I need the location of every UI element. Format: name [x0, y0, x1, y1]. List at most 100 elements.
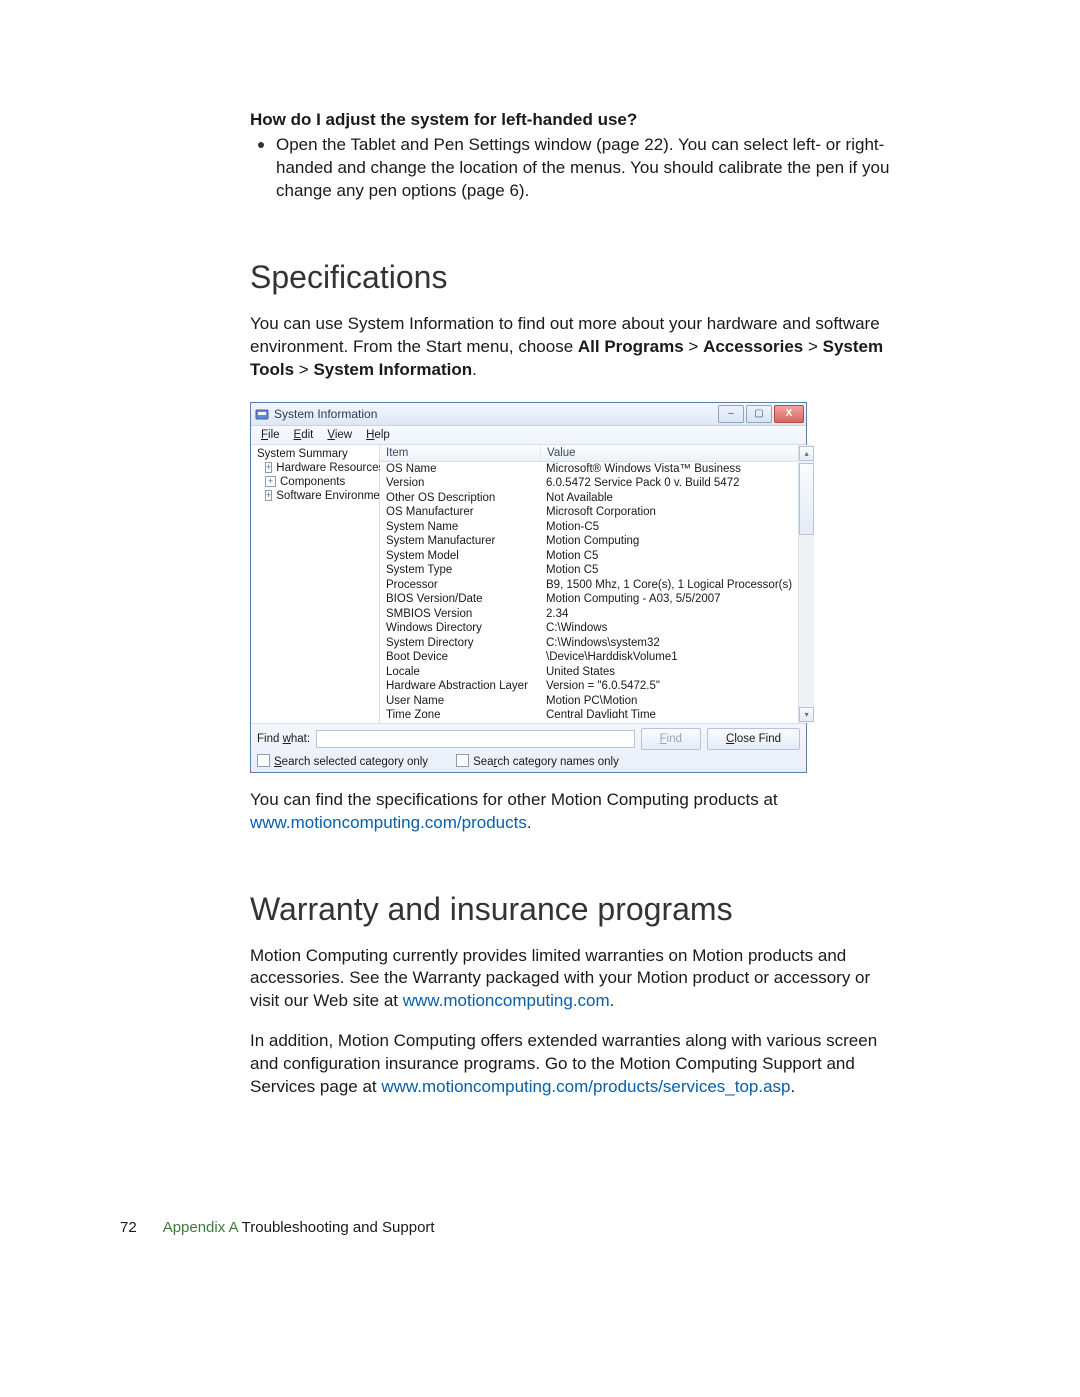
cell-item: Time Zone — [380, 708, 540, 718]
table-row[interactable]: LocaleUnited States — [380, 665, 798, 680]
menu-path-all-programs: All Programs — [578, 337, 684, 356]
menubar: File Edit View Help — [251, 426, 806, 445]
minimize-icon: – — [728, 409, 734, 419]
warranty-p1: Motion Computing currently provides limi… — [250, 945, 890, 1014]
window-title: System Information — [274, 407, 718, 421]
table-row[interactable]: System ManufacturerMotion Computing — [380, 534, 798, 549]
table-row[interactable]: Version6.0.5472 Service Pack 0 v. Build … — [380, 476, 798, 491]
cell-value: Motion Computing — [540, 534, 798, 549]
checkbox-search-names[interactable]: Search category names only — [456, 754, 619, 768]
app-icon — [255, 407, 269, 421]
scroll-down-icon[interactable]: ▾ — [799, 707, 814, 722]
expand-icon[interactable]: + — [265, 490, 272, 501]
menu-path-system-information: System Information — [313, 360, 472, 379]
tree-item-hardware-resources[interactable]: +Hardware Resources — [251, 461, 379, 475]
cell-value: C:\Windows — [540, 621, 798, 636]
checkbox-search-selected[interactable]: Search selected category only — [257, 754, 428, 768]
expand-icon[interactable]: + — [265, 462, 272, 473]
bullet-icon — [258, 142, 264, 148]
cell-item: Other OS Description — [380, 491, 540, 506]
cell-item: System Directory — [380, 636, 540, 651]
menu-path-accessories: Accessories — [703, 337, 803, 356]
scroll-up-icon[interactable]: ▴ — [799, 446, 814, 461]
tree-item-components[interactable]: +Components — [251, 475, 379, 489]
expand-icon[interactable]: + — [265, 476, 276, 487]
tree-item-software-environment[interactable]: +Software Environment — [251, 489, 379, 503]
cell-item: System Name — [380, 520, 540, 535]
cell-item: User Name — [380, 694, 540, 709]
link-products[interactable]: www.motioncomputing.com/products — [250, 813, 527, 832]
menu-help[interactable]: Help — [360, 428, 396, 442]
tree-label: System Summary — [257, 448, 348, 460]
nav-tree: System Summary +Hardware Resources +Comp… — [251, 445, 380, 723]
table-row[interactable]: System ModelMotion C5 — [380, 549, 798, 564]
cell-value: Motion PC\Motion — [540, 694, 798, 709]
tree-label: Software Environment — [276, 490, 389, 502]
menu-edit[interactable]: Edit — [288, 428, 320, 442]
col-item[interactable]: Item — [380, 445, 541, 461]
table-row[interactable]: OS NameMicrosoft® Windows Vista™ Busines… — [380, 462, 798, 477]
table-header: Item Value — [380, 445, 798, 462]
col-value[interactable]: Value — [541, 445, 798, 461]
table-row[interactable]: Hardware Abstraction LayerVersion = "6.0… — [380, 679, 798, 694]
appendix-title: Troubleshooting and Support — [238, 1219, 435, 1236]
scrollbar[interactable]: ▴ ▾ — [798, 445, 814, 723]
cell-item: Hardware Abstraction Layer — [380, 679, 540, 694]
table-row[interactable]: Time ZoneCentral Daylight Time — [380, 708, 798, 718]
cell-value: Microsoft Corporation — [540, 505, 798, 520]
maximize-icon: ▢ — [754, 409, 763, 419]
table-row[interactable]: System NameMotion-C5 — [380, 520, 798, 535]
page-number: 72 — [120, 1219, 137, 1236]
cell-value: United States — [540, 665, 798, 680]
breadcrumb-sep: > — [803, 337, 822, 356]
close-icon: X — [786, 409, 793, 419]
warranty-heading: Warranty and insurance programs — [250, 891, 890, 928]
table-row[interactable]: Windows DirectoryC:\Windows — [380, 621, 798, 636]
tree-root-system-summary[interactable]: System Summary — [251, 447, 379, 461]
cell-value: Motion-C5 — [540, 520, 798, 535]
find-button[interactable]: Find — [641, 728, 701, 750]
system-information-window: System Information – ▢ X File Edit View … — [250, 402, 807, 773]
table-row[interactable]: Boot Device\Device\HarddiskVolume1 — [380, 650, 798, 665]
faq-answer: Open the Tablet and Pen Settings window … — [276, 134, 890, 203]
text: . — [791, 1077, 796, 1096]
cell-item: System Manufacturer — [380, 534, 540, 549]
table-row[interactable]: System TypeMotion C5 — [380, 563, 798, 578]
titlebar[interactable]: System Information – ▢ X — [251, 403, 806, 426]
text: . — [610, 991, 615, 1010]
table-row[interactable]: System DirectoryC:\Windows\system32 — [380, 636, 798, 651]
cell-value: Version = "6.0.5472.5" — [540, 679, 798, 694]
appendix-label: Appendix A — [163, 1219, 238, 1236]
scroll-thumb[interactable] — [799, 463, 814, 535]
text: You can find the specifications for othe… — [250, 790, 778, 809]
cell-item: OS Manufacturer — [380, 505, 540, 520]
link-motioncomputing[interactable]: www.motioncomputing.com — [403, 991, 610, 1010]
table-row[interactable]: SMBIOS Version2.34 — [380, 607, 798, 622]
menu-view[interactable]: View — [321, 428, 358, 442]
link-services[interactable]: www.motioncomputing.com/products/service… — [381, 1077, 790, 1096]
cell-item: Locale — [380, 665, 540, 680]
faq-question: How do I adjust the system for left-hand… — [250, 110, 890, 130]
table-row[interactable]: Other OS DescriptionNot Available — [380, 491, 798, 506]
breadcrumb-sep: > — [684, 337, 703, 356]
table-row[interactable]: User NameMotion PC\Motion — [380, 694, 798, 709]
table-row[interactable]: OS ManufacturerMicrosoft Corporation — [380, 505, 798, 520]
minimize-button[interactable]: – — [718, 405, 744, 423]
close-find-button[interactable]: Close Find — [707, 728, 800, 750]
menu-file[interactable]: File — [255, 428, 286, 442]
find-input[interactable] — [316, 730, 635, 748]
cell-value: C:\Windows\system32 — [540, 636, 798, 651]
specs-after-figure: You can find the specifications for othe… — [250, 789, 890, 835]
maximize-button[interactable]: ▢ — [746, 405, 772, 423]
page-footer: 72 Appendix A Troubleshooting and Suppor… — [120, 1219, 890, 1236]
table-row[interactable]: ProcessorB9, 1500 Mhz, 1 Core(s), 1 Logi… — [380, 578, 798, 593]
specifications-intro: You can use System Information to find o… — [250, 313, 890, 382]
specifications-heading: Specifications — [250, 259, 890, 296]
text: . — [527, 813, 532, 832]
close-button[interactable]: X — [774, 405, 804, 423]
cell-value: Not Available — [540, 491, 798, 506]
table-row[interactable]: BIOS Version/DateMotion Computing - A03,… — [380, 592, 798, 607]
cell-value: Motion C5 — [540, 563, 798, 578]
warranty-p2: In addition, Motion Computing offers ext… — [250, 1030, 890, 1099]
cell-item: OS Name — [380, 462, 540, 477]
